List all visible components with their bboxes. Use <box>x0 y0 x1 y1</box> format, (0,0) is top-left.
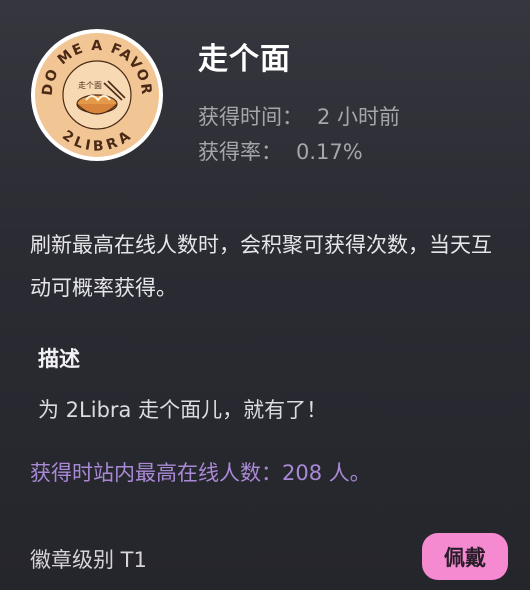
peak-online-text: 获得时站内最高在线人数：208 人。 <box>30 461 371 485</box>
badge-title: 走个面 <box>198 42 291 77</box>
wear-badge-button[interactable]: 佩戴 <box>422 533 508 580</box>
acquire-condition-text: 刷新最高在线人数时，会积聚可获得次数，当天互动可概率获得。 <box>30 233 492 300</box>
obtained-rate-row: 获得率： 0.17% <box>198 136 363 166</box>
badge-level-text: 徽章级别 T1 <box>30 548 147 572</box>
obtained-time-value: 2 小时前 <box>317 105 401 129</box>
obtained-time-label: 获得时间： <box>198 105 303 129</box>
badge-emblem: DO ME A FAVOR 2LIBRA 走个面 <box>30 28 164 162</box>
description-heading: 描述 <box>38 347 80 371</box>
emblem-center-text: 走个面 <box>78 81 102 90</box>
description-text: 为 2Libra 走个面儿，就有了！ <box>38 398 328 422</box>
badge-emblem-icon: DO ME A FAVOR 2LIBRA 走个面 <box>31 29 163 161</box>
obtained-rate-value: 0.17% <box>296 140 363 164</box>
obtained-time-row: 获得时间： 2 小时前 <box>198 101 400 131</box>
badge-detail-card: DO ME A FAVOR 2LIBRA 走个面 走个面 获得时间： 2 小时前 … <box>0 0 530 590</box>
obtained-rate-label: 获得率： <box>198 140 282 164</box>
